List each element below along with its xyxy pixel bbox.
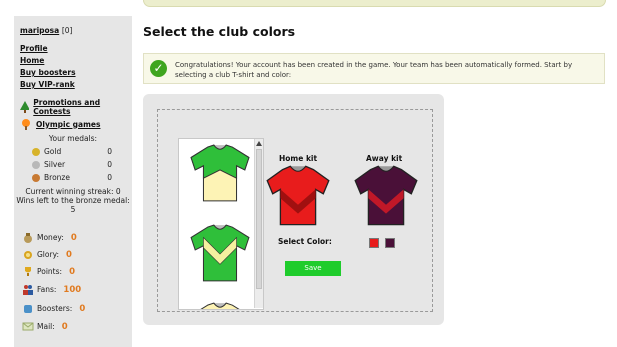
select-color-label: Select Color:	[278, 237, 332, 246]
resource-value: 100	[63, 284, 82, 295]
username-link[interactable]: mariposa	[20, 26, 59, 35]
resource-value: 0	[79, 303, 86, 314]
user-count: [0]	[61, 26, 73, 35]
glory-icon	[24, 251, 32, 259]
resource-boosters: Boosters: 0	[22, 303, 85, 314]
check-icon: ✓	[150, 60, 167, 77]
bronze-wins-value: 5	[70, 205, 76, 214]
resource-fans: Fans: 100	[22, 284, 81, 295]
medal-name: Silver	[44, 160, 66, 169]
promotions-link-row[interactable]: Promotions and Contests	[20, 98, 132, 116]
medal-value: 0	[107, 147, 112, 156]
shirt-option-1[interactable]	[189, 143, 251, 203]
medal-value: 0	[107, 173, 112, 182]
success-notice: ✓ Congratulations! Your account has been…	[143, 53, 605, 84]
medal-name: Bronze	[44, 173, 70, 182]
mail-icon	[22, 322, 34, 331]
sidebar-item-buy-boosters[interactable]: Buy boosters	[20, 68, 76, 77]
medal-row-gold: Gold 0	[32, 147, 112, 156]
scroll-thumb[interactable]	[256, 149, 262, 289]
resource-money: Money: 0	[22, 232, 77, 243]
sidebar-item-home[interactable]: Home	[20, 56, 44, 65]
fans-icon	[23, 285, 33, 295]
bronze-wins-label: Wins left to the bronze medal:	[16, 196, 130, 205]
away-kit-label: Away kit	[366, 154, 403, 163]
home-color-swatch[interactable]	[369, 238, 379, 248]
winning-streak: Current winning streak: 0	[25, 187, 121, 196]
sidebar-item-profile[interactable]: Profile	[20, 44, 48, 53]
medals-title: Your medals:	[48, 134, 98, 143]
kit-selection-panel: Home kit Away kit Select Color: Save	[143, 94, 444, 325]
resource-label: Money:	[37, 233, 64, 242]
medal-row-silver: Silver 0	[32, 160, 112, 169]
shirt-option-3[interactable]	[189, 301, 251, 310]
away-color-swatch[interactable]	[385, 238, 395, 248]
booster-icon	[24, 305, 32, 313]
resource-points: Points: 0	[22, 266, 75, 277]
page-title: Select the club colors	[143, 24, 296, 39]
sidebar: mariposa [0] Profile Home Buy boosters B…	[14, 16, 132, 347]
away-kit-shirt[interactable]	[353, 163, 419, 229]
olympic-link[interactable]: Olympic games	[36, 120, 100, 129]
medal-row-bronze: Bronze 0	[32, 173, 112, 182]
top-banner	[143, 0, 606, 7]
notice-message: Congratulations! Your account has been c…	[175, 61, 573, 79]
resource-value: 0	[70, 232, 77, 243]
money-bag-icon	[24, 233, 32, 243]
resource-label: Glory:	[37, 250, 59, 259]
gold-medal-icon	[32, 147, 40, 156]
save-button[interactable]: Save	[285, 261, 341, 276]
resource-value: 0	[69, 266, 75, 277]
tree-icon	[20, 101, 30, 113]
silver-medal-icon	[32, 160, 40, 169]
shirt-list-scrollbar[interactable]	[254, 139, 263, 308]
resource-glory: Glory: 0	[22, 249, 72, 260]
scroll-up-arrow-icon[interactable]	[256, 141, 262, 146]
torch-icon	[22, 119, 30, 130]
resource-label: Mail:	[37, 322, 55, 331]
shirt-option-2[interactable]	[189, 223, 251, 283]
home-kit-shirt[interactable]	[265, 163, 331, 229]
resource-value: 0	[66, 249, 72, 260]
promotions-link[interactable]: Promotions and Contests	[33, 98, 132, 116]
shirt-list[interactable]	[178, 138, 264, 310]
resource-value: 0	[61, 321, 68, 332]
sidebar-item-buy-vip[interactable]: Buy VIP-rank	[20, 80, 75, 89]
home-kit-label: Home kit	[279, 154, 318, 163]
resource-label: Points:	[37, 267, 63, 276]
resource-label: Boosters:	[37, 304, 73, 313]
trophy-icon	[25, 267, 31, 276]
kit-frame: Home kit Away kit Select Color: Save	[157, 109, 433, 312]
resource-mail: Mail: 0	[22, 321, 68, 332]
medal-name: Gold	[44, 147, 62, 156]
medal-value: 0	[107, 160, 112, 169]
bronze-medal-icon	[32, 173, 40, 182]
resource-label: Fans:	[37, 285, 57, 294]
olympic-link-row[interactable]: Olympic games	[20, 118, 100, 130]
user-info: mariposa [0]	[20, 26, 72, 35]
